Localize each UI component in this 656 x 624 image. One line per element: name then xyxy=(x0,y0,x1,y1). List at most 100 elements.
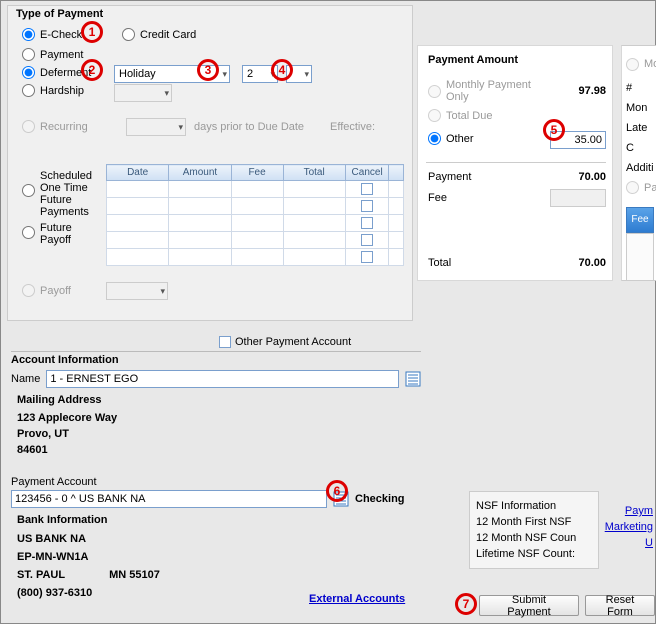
payoff-radio: Payoff xyxy=(22,284,71,297)
cancel-checkbox[interactable] xyxy=(361,200,373,212)
bank-code: EP-MN-WN1A xyxy=(17,548,421,566)
side-nummo-label: # Mon xyxy=(626,78,654,118)
type-of-payment-title: Type of Payment xyxy=(16,8,103,20)
scheduled-future-radio[interactable]: Scheduled One Time Future Payments xyxy=(22,170,102,218)
echeck-radio[interactable]: E-Check xyxy=(22,28,82,41)
chevron-down-icon: ▾ xyxy=(270,69,275,80)
bank-state-zip: MN 55107 xyxy=(109,569,160,581)
other-payment-account-label: Other Payment Account xyxy=(235,336,351,348)
deferment-label: Deferment xyxy=(40,67,91,79)
scheduled-future-label: Scheduled One Time Future Payments xyxy=(40,170,102,218)
table-row[interactable] xyxy=(107,232,404,249)
paym-link[interactable]: Paym xyxy=(625,505,653,517)
other-radio[interactable]: Other xyxy=(428,132,474,145)
cancel-checkbox[interactable] xyxy=(361,217,373,229)
other-payment-account-checkbox[interactable] xyxy=(219,336,231,348)
marketing-link[interactable]: Marketing xyxy=(605,521,653,533)
chevron-down-icon: ▾ xyxy=(222,69,227,80)
deferment-count-a-select[interactable]: 2 ▾ xyxy=(242,65,278,83)
payment-value: 70.00 xyxy=(506,168,606,186)
list-icon[interactable] xyxy=(333,491,349,507)
chevron-down-icon: ▾ xyxy=(304,69,309,80)
bank-city: ST. PAUL xyxy=(17,569,65,581)
bank-name: US BANK NA xyxy=(17,530,421,548)
list-icon[interactable] xyxy=(405,371,421,387)
payment-label: Payment xyxy=(40,49,83,61)
payment-amount-title: Payment Amount xyxy=(428,54,518,66)
nsf-title: NSF Information xyxy=(476,498,592,514)
future-payments-grid[interactable]: Date Amount Fee Total Cancel xyxy=(106,164,404,266)
monthly-value: 97.98 xyxy=(550,76,606,106)
totaldue-label: Total Due xyxy=(446,110,492,122)
effective-label: Effective: xyxy=(330,121,375,133)
hardship-radio[interactable]: Hardship xyxy=(22,84,84,97)
payment-label: Payment xyxy=(428,168,506,186)
side-pay-label: Pay xyxy=(644,178,656,198)
payoff-label: Payoff xyxy=(40,285,71,297)
payoff-select: ▾ xyxy=(106,282,168,300)
payment-account-value: 123456 - 0 ^ US BANK NA xyxy=(15,493,146,505)
submit-payment-button[interactable]: Submit Payment xyxy=(479,595,579,616)
fee-label: Fee xyxy=(428,186,506,210)
table-row[interactable] xyxy=(107,215,404,232)
table-row[interactable] xyxy=(107,198,404,215)
deferment-count-b-select[interactable]: ▾ xyxy=(286,65,312,83)
monthly-radio: Monthly Payment Only xyxy=(428,79,550,103)
other-amount-value: 35.00 xyxy=(574,134,602,146)
fee-field xyxy=(550,189,606,207)
echeck-label: E-Check xyxy=(40,29,82,41)
cancel-checkbox[interactable] xyxy=(361,234,373,246)
recurring-label: Recurring xyxy=(40,121,88,133)
name-label: Name xyxy=(11,373,40,385)
col-cancel[interactable]: Cancel xyxy=(345,165,389,181)
account-type-label: Checking xyxy=(355,493,405,505)
nsf-first: 12 Month First NSF xyxy=(476,514,592,530)
creditcard-label: Credit Card xyxy=(140,29,196,41)
side-pay-radio: Pay xyxy=(626,178,656,198)
payment-account-label: Payment Account xyxy=(11,476,421,488)
col-fee[interactable]: Fee xyxy=(231,165,283,181)
other-label: Other xyxy=(446,133,474,145)
bank-info-title: Bank Information xyxy=(17,514,421,526)
addr-line1: 123 Applecore Way xyxy=(17,410,421,426)
creditcard-radio[interactable]: Credit Card xyxy=(122,28,196,41)
future-payoff-radio[interactable]: Future Payoff xyxy=(22,222,102,246)
side-mo-label: Mo xyxy=(644,54,656,74)
table-row[interactable] xyxy=(107,249,404,266)
account-info-title: Account Information xyxy=(11,351,421,366)
payment-account-field[interactable]: 123456 - 0 ^ US BANK NA xyxy=(11,490,327,508)
recurring-radio: Recurring xyxy=(22,120,88,133)
col-date[interactable]: Date xyxy=(107,165,169,181)
col-amount[interactable]: Amount xyxy=(169,165,231,181)
col-total[interactable]: Total xyxy=(283,165,345,181)
future-payoff-label: Future Payoff xyxy=(40,222,72,246)
chevron-down-icon: ▾ xyxy=(164,88,169,99)
hardship-label: Hardship xyxy=(40,85,84,97)
name-field[interactable]: 1 - ERNEST EGO xyxy=(46,370,399,388)
side-addl-label: Additi xyxy=(626,158,654,178)
mailing-address-block: 123 Applecore Way Provo, UT 84601 xyxy=(17,410,421,458)
reset-form-button[interactable]: Reset Form xyxy=(585,595,655,616)
external-accounts-link[interactable]: External Accounts xyxy=(309,593,405,605)
deferment-radio[interactable]: Deferment xyxy=(22,66,91,79)
side-fee-header: Fee xyxy=(626,207,654,233)
side-mo-radio: Mo xyxy=(626,54,656,74)
deferment-reason-select[interactable]: Holiday ▾ xyxy=(114,65,230,83)
addr-line3: 84601 xyxy=(17,442,421,458)
col-spacer xyxy=(389,165,404,181)
other-amount-field[interactable]: 35.00 xyxy=(550,131,606,149)
total-label: Total xyxy=(428,254,509,272)
chevron-down-icon: ▾ xyxy=(178,122,183,133)
recurring-days-select: ▾ xyxy=(126,118,186,136)
cancel-checkbox[interactable] xyxy=(361,251,373,263)
side-late-label: Late C xyxy=(626,118,654,158)
monthly-label: Monthly Payment Only xyxy=(446,79,550,103)
payment-radio[interactable]: Payment xyxy=(22,48,83,61)
deferment-reason-value: Holiday xyxy=(119,68,156,80)
cancel-checkbox[interactable] xyxy=(361,183,373,195)
bank-info-block: US BANK NA EP-MN-WN1A ST. PAULMN 55107 (… xyxy=(17,530,421,602)
chevron-down-icon: ▾ xyxy=(160,286,165,297)
u-link[interactable]: U xyxy=(645,537,653,549)
table-row[interactable] xyxy=(107,181,404,198)
nsf-count12: 12 Month NSF Coun xyxy=(476,530,592,546)
